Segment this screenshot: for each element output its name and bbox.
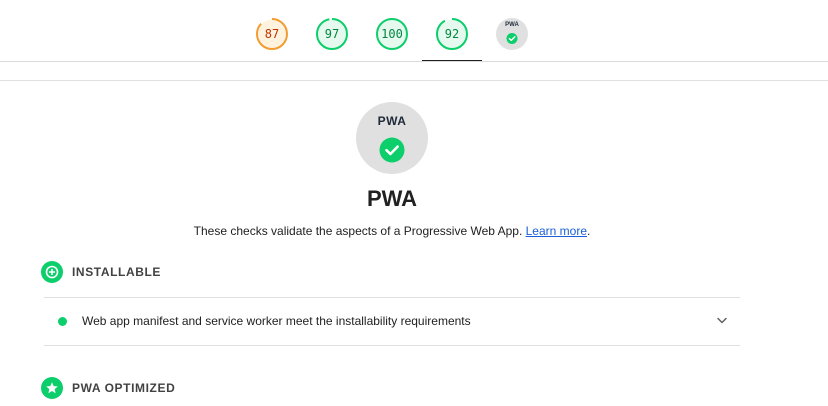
score-gauge-accessibility[interactable]: 97 bbox=[312, 14, 352, 54]
section-divider bbox=[0, 80, 828, 81]
score-gauge-best-practices[interactable]: 100 bbox=[372, 14, 412, 54]
score-value: 100 bbox=[381, 27, 403, 41]
score-tabs-bar: 87 97 100 92 PWA bbox=[0, 0, 828, 62]
check-icon bbox=[379, 137, 405, 163]
audit-row-installable-manifest[interactable]: Web app manifest and service worker meet… bbox=[44, 297, 740, 346]
pwa-gauge-badge bbox=[496, 18, 528, 50]
score-value: 92 bbox=[444, 27, 460, 41]
pwa-category-badge: PWA bbox=[356, 102, 428, 174]
group-title-installable: INSTALLABLE bbox=[72, 265, 162, 279]
topbar-divider bbox=[0, 61, 828, 62]
chevron-down-icon[interactable] bbox=[716, 316, 728, 326]
pass-indicator-icon bbox=[58, 317, 67, 326]
pwa-logo: PWA bbox=[377, 114, 407, 128]
installable-group-icon bbox=[41, 261, 63, 283]
score-value: 87 bbox=[264, 27, 280, 41]
star-icon bbox=[46, 382, 58, 394]
score-gauge-seo[interactable]: 92 bbox=[432, 14, 472, 54]
plus-icon bbox=[45, 265, 59, 279]
score-gauge-performance[interactable]: 87 bbox=[252, 14, 292, 54]
category-title: PWA bbox=[366, 186, 418, 211]
score-gauge-pwa[interactable]: PWA bbox=[492, 14, 532, 54]
learn-more-link[interactable]: Learn more bbox=[526, 224, 587, 238]
description-text: These checks validate the aspects of a P… bbox=[193, 224, 523, 238]
pwa-optimized-group-icon bbox=[41, 377, 63, 399]
category-description: These checks validate the aspects of a P… bbox=[0, 224, 784, 238]
score-value: 97 bbox=[324, 27, 340, 41]
description-period: . bbox=[587, 224, 591, 238]
group-title-pwa-optimized: PWA OPTIMIZED bbox=[72, 381, 176, 395]
pwa-logo: PWA bbox=[505, 22, 519, 28]
audit-title: Web app manifest and service worker meet… bbox=[82, 314, 471, 328]
